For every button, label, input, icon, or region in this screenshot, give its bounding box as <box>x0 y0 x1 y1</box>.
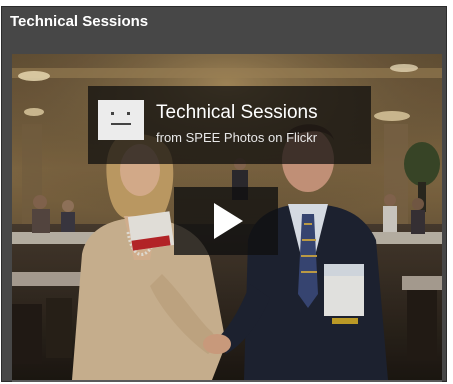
embed-info-bar[interactable]: Technical Sessions from SPEE Photos on F… <box>88 86 371 164</box>
embed-title[interactable]: Technical Sessions <box>156 102 318 124</box>
widget-bottom-strip <box>12 380 442 382</box>
flickr-buddy-icon[interactable] <box>98 100 144 140</box>
technical-sessions-widget: Technical Sessions Technical Sessions fr… <box>1 6 447 382</box>
embed-byline[interactable]: from SPEE Photos on Flickr <box>156 130 317 145</box>
widget-title: Technical Sessions <box>10 13 149 30</box>
play-button[interactable] <box>174 187 278 255</box>
flickr-embed[interactable]: Technical Sessions from SPEE Photos on F… <box>12 54 442 380</box>
play-icon[interactable] <box>174 187 278 255</box>
